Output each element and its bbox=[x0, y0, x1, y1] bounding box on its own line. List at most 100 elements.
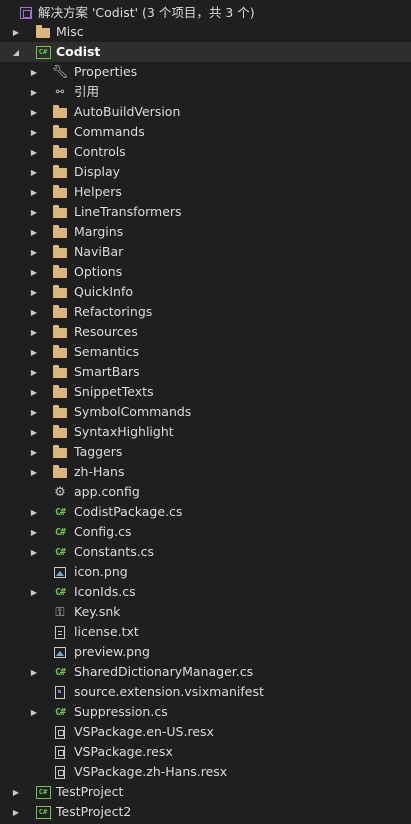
tree-node-folder[interactable]: ▶ NaviBar bbox=[0, 242, 411, 262]
expand-arrow-icon[interactable]: ▶ bbox=[28, 442, 40, 462]
tree-node-label: TestProject bbox=[56, 784, 124, 799]
tree-node-folder[interactable]: ▶ Taggers bbox=[0, 442, 411, 462]
expand-arrow-icon[interactable]: ▶ bbox=[28, 202, 40, 222]
tree-node-label: VSPackage.en-US.resx bbox=[74, 724, 214, 739]
tree-node-label: SharedDictionaryManager.cs bbox=[74, 664, 254, 679]
csharp-file-icon: C# bbox=[54, 666, 66, 678]
tree-node-folder[interactable]: ▶ Refactorings bbox=[0, 302, 411, 322]
tree-node-label: license.txt bbox=[74, 624, 139, 639]
tree-node-folder[interactable]: ▶ Commands bbox=[0, 122, 411, 142]
tree-node-misc[interactable]: ▶ Misc bbox=[0, 22, 411, 42]
tree-node-folder[interactable]: ▶ Options bbox=[0, 262, 411, 282]
expand-arrow-icon[interactable]: ▶ bbox=[10, 22, 22, 42]
tree-node-label: zh-Hans bbox=[74, 464, 125, 479]
expand-arrow-icon[interactable]: ▶ bbox=[28, 282, 40, 302]
tree-node-project[interactable]: ▶ C# TestProject2 bbox=[0, 802, 411, 822]
folder-icon bbox=[52, 124, 68, 140]
tree-node-folder[interactable]: ▶ SymbolCommands bbox=[0, 402, 411, 422]
expand-arrow-icon[interactable]: ▶ bbox=[28, 82, 40, 102]
expand-arrow-icon[interactable]: ▶ bbox=[28, 222, 40, 242]
tree-node-folder[interactable]: ▶ QuickInfo bbox=[0, 282, 411, 302]
expand-arrow-icon[interactable]: ▶ bbox=[28, 302, 40, 322]
solution-node[interactable]: 解决方案 'Codist' (3 个项目，共 3 个) bbox=[0, 3, 411, 23]
tree-node-folder[interactable]: ▶ SnippetTexts bbox=[0, 382, 411, 402]
tree-node-file[interactable]: ▶ C# Config.cs bbox=[0, 522, 411, 542]
tree-node-folder[interactable]: ▶ SmartBars bbox=[0, 362, 411, 382]
csharp-file-icon: C# bbox=[54, 586, 66, 598]
tree-node-file[interactable]: ⚙ app.config bbox=[0, 482, 411, 502]
tree-node-label: Misc bbox=[56, 24, 84, 39]
expand-arrow-icon[interactable]: ▶ bbox=[10, 802, 22, 822]
tree-node-folder[interactable]: ▶ Controls bbox=[0, 142, 411, 162]
tree-node-file[interactable]: license.txt bbox=[0, 622, 411, 642]
tree-node-file[interactable]: ▶ C# Constants.cs bbox=[0, 542, 411, 562]
expand-arrow-icon[interactable]: ▶ bbox=[28, 62, 40, 82]
tree-node-label: Display bbox=[74, 164, 121, 179]
folder-icon bbox=[35, 24, 51, 40]
tree-node-folder[interactable]: ▶ Margins bbox=[0, 222, 411, 242]
expand-arrow-icon[interactable]: ▶ bbox=[28, 402, 40, 422]
expand-arrow-icon[interactable]: ▶ bbox=[28, 122, 40, 142]
tree-node-file[interactable]: ▶ C# Suppression.cs bbox=[0, 702, 411, 722]
expand-arrow-icon[interactable]: ▶ bbox=[28, 662, 40, 682]
expand-arrow-icon[interactable]: ▶ bbox=[28, 182, 40, 202]
collapse-arrow-icon[interactable]: ◢ bbox=[10, 42, 22, 62]
tree-node-folder[interactable]: ▶ LineTransformers bbox=[0, 202, 411, 222]
tree-node-folder[interactable]: ▶ Display bbox=[0, 162, 411, 182]
expand-arrow-icon[interactable]: ▶ bbox=[28, 382, 40, 402]
expand-arrow-icon[interactable]: ▶ bbox=[28, 582, 40, 602]
tree-node-folder[interactable]: ▶ Helpers bbox=[0, 182, 411, 202]
tree-node-file[interactable]: ▶ C# SharedDictionaryManager.cs bbox=[0, 662, 411, 682]
folder-icon bbox=[52, 424, 68, 440]
tree-node-label: SymbolCommands bbox=[74, 404, 192, 419]
tree-node-file[interactable]: source.extension.vsixmanifest bbox=[0, 682, 411, 702]
folder-icon bbox=[52, 204, 68, 220]
tree-node-properties[interactable]: ▶ 🔧︎ Properties bbox=[0, 62, 411, 82]
folder-icon bbox=[52, 184, 68, 200]
tree-node-folder[interactable]: ▶ Semantics bbox=[0, 342, 411, 362]
tree-node-file[interactable]: ▶ C# IconIds.cs bbox=[0, 582, 411, 602]
tree-node-project[interactable]: ▶ C# TestProject bbox=[0, 782, 411, 802]
expand-arrow-icon[interactable]: ▶ bbox=[28, 702, 40, 722]
expand-arrow-icon[interactable]: ▶ bbox=[28, 102, 40, 122]
expand-arrow-icon[interactable]: ▶ bbox=[28, 262, 40, 282]
folder-icon bbox=[52, 384, 68, 400]
resx-icon bbox=[52, 764, 68, 780]
folder-icon bbox=[52, 284, 68, 300]
tree-node-file[interactable]: icon.png bbox=[0, 562, 411, 582]
expand-arrow-icon[interactable]: ▶ bbox=[28, 362, 40, 382]
tree-node-label: Suppression.cs bbox=[74, 704, 168, 719]
expand-arrow-icon[interactable]: ▶ bbox=[28, 542, 40, 562]
image-icon bbox=[52, 564, 68, 580]
tree-node-file[interactable]: VSPackage.zh-Hans.resx bbox=[0, 762, 411, 782]
expand-arrow-icon[interactable]: ▶ bbox=[28, 522, 40, 542]
expand-arrow-icon[interactable]: ▶ bbox=[28, 462, 40, 482]
tree-node-label: Config.cs bbox=[74, 524, 132, 539]
expand-arrow-icon[interactable]: ▶ bbox=[28, 502, 40, 522]
expand-arrow-icon[interactable]: ▶ bbox=[28, 162, 40, 182]
expand-arrow-icon[interactable]: ▶ bbox=[28, 142, 40, 162]
solution-icon bbox=[18, 5, 34, 21]
tree-node-label: TestProject2 bbox=[56, 804, 132, 819]
tree-node-file[interactable]: VSPackage.en-US.resx bbox=[0, 722, 411, 742]
tree-node-codist-project[interactable]: ◢ C# Codist bbox=[0, 42, 411, 62]
tree-node-folder[interactable]: ▶ Resources bbox=[0, 322, 411, 342]
expand-arrow-icon[interactable]: ▶ bbox=[10, 782, 22, 802]
expand-arrow-icon[interactable]: ▶ bbox=[28, 422, 40, 442]
tree-node-folder[interactable]: ▶ AutoBuildVersion bbox=[0, 102, 411, 122]
tree-node-label: Resources bbox=[74, 324, 138, 339]
tree-node-folder[interactable]: ▶ zh-Hans bbox=[0, 462, 411, 482]
tree-node-references[interactable]: ▶ ⚯ 引用 bbox=[0, 82, 411, 102]
expand-arrow-icon[interactable]: ▶ bbox=[28, 342, 40, 362]
tree-node-file[interactable]: preview.png bbox=[0, 642, 411, 662]
expand-arrow-icon[interactable]: ▶ bbox=[28, 322, 40, 342]
tree-node-file[interactable]: ▶ C# CodistPackage.cs bbox=[0, 502, 411, 522]
tree-node-label: Options bbox=[74, 264, 123, 279]
tree-node-folder[interactable]: ▶ SyntaxHighlight bbox=[0, 422, 411, 442]
expand-arrow-icon[interactable]: ▶ bbox=[28, 242, 40, 262]
image-icon bbox=[52, 644, 68, 660]
folder-icon bbox=[52, 324, 68, 340]
tree-node-file[interactable]: ⚿ Key.snk bbox=[0, 602, 411, 622]
tree-node-label: Key.snk bbox=[74, 604, 121, 619]
tree-node-file[interactable]: VSPackage.resx bbox=[0, 742, 411, 762]
